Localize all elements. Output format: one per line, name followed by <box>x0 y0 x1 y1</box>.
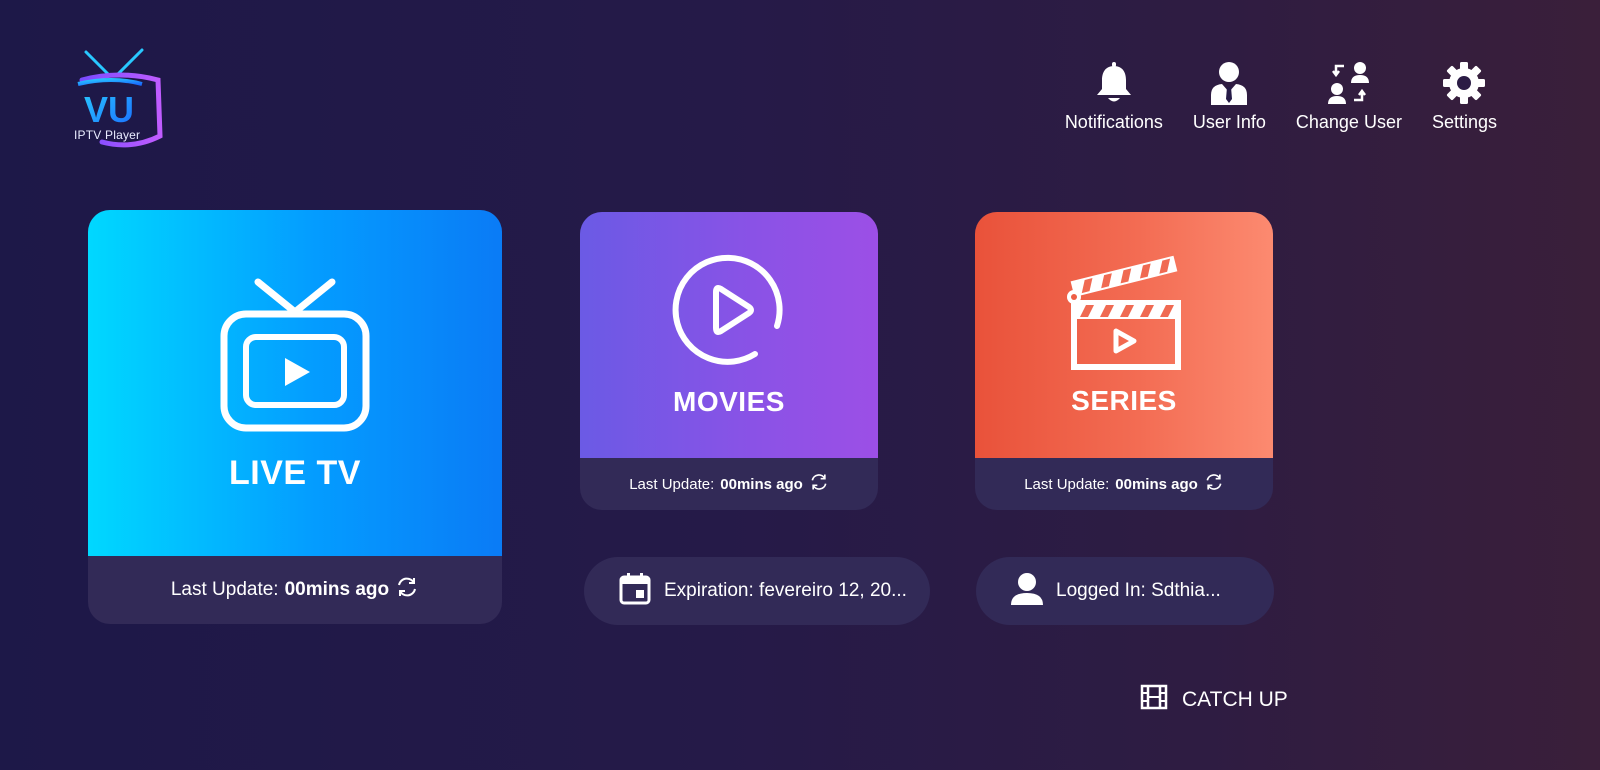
user-info-button[interactable]: User Info <box>1178 58 1281 133</box>
logged-in-text: Logged In: Sdthia... <box>1056 580 1221 601</box>
series-update-label: Last Update: <box>1024 475 1110 493</box>
user-info-label: User Info <box>1192 112 1266 132</box>
refresh-icon[interactable] <box>395 575 419 605</box>
live-tv-title: LIVE TV <box>229 453 361 492</box>
tv-icon <box>220 278 370 431</box>
series-card-top: SERIES <box>975 212 1273 458</box>
user-icon <box>1010 571 1044 611</box>
logged-in-pill: Logged In: Sdthia... <box>976 557 1274 625</box>
movies-card[interactable]: MOVIES Last Update: 00mins ago <box>580 212 878 510</box>
calendar-icon <box>618 571 652 611</box>
gear-icon <box>1441 58 1487 108</box>
top-nav: Notifications User Info Change User Sett… <box>1050 58 1512 133</box>
user-tie-icon <box>1206 58 1252 108</box>
play-circle-icon <box>672 254 783 365</box>
clapperboard-icon <box>1067 255 1181 370</box>
live-tv-card-top: LIVE TV <box>88 210 502 556</box>
series-card[interactable]: SERIES Last Update: 00mins ago <box>975 212 1273 510</box>
notifications-button[interactable]: Notifications <box>1050 58 1178 133</box>
bell-icon <box>1091 58 1137 108</box>
expiration-text: Expiration: fevereiro 12, 20... <box>664 580 907 601</box>
catch-up-button[interactable]: CATCH UP <box>1140 684 1288 716</box>
logo-text: IPTV Player <box>74 128 141 142</box>
svg-text:VU: VU <box>84 89 134 130</box>
film-icon <box>1140 684 1168 716</box>
series-update-value: 00mins ago <box>1115 475 1198 493</box>
live-tv-card[interactable]: LIVE TV Last Update: 00mins ago <box>88 210 502 624</box>
notifications-label: Notifications <box>1064 112 1163 132</box>
catch-up-label: CATCH UP <box>1182 688 1288 711</box>
change-user-label: Change User <box>1295 112 1402 132</box>
refresh-icon[interactable] <box>1204 472 1224 496</box>
movies-update-value: 00mins ago <box>720 475 803 493</box>
movies-card-top: MOVIES <box>580 212 878 458</box>
change-user-button[interactable]: Change User <box>1281 58 1417 133</box>
settings-label: Settings <box>1431 112 1497 132</box>
refresh-icon[interactable] <box>809 472 829 496</box>
app-logo: VU IPTV Player <box>72 46 168 156</box>
live-tv-update-value: 00mins ago <box>284 579 390 600</box>
movies-footer: Last Update: 00mins ago <box>580 458 878 510</box>
live-tv-update-label: Last Update: <box>170 579 279 600</box>
settings-button[interactable]: Settings <box>1417 58 1512 133</box>
series-title: SERIES <box>1071 385 1177 416</box>
movies-title: MOVIES <box>673 386 785 417</box>
live-tv-footer: Last Update: 00mins ago <box>88 556 502 624</box>
expiration-pill: Expiration: fevereiro 12, 20... <box>584 557 930 625</box>
switch-user-icon <box>1326 58 1372 108</box>
series-footer: Last Update: 00mins ago <box>975 458 1273 510</box>
movies-update-label: Last Update: <box>629 475 715 493</box>
